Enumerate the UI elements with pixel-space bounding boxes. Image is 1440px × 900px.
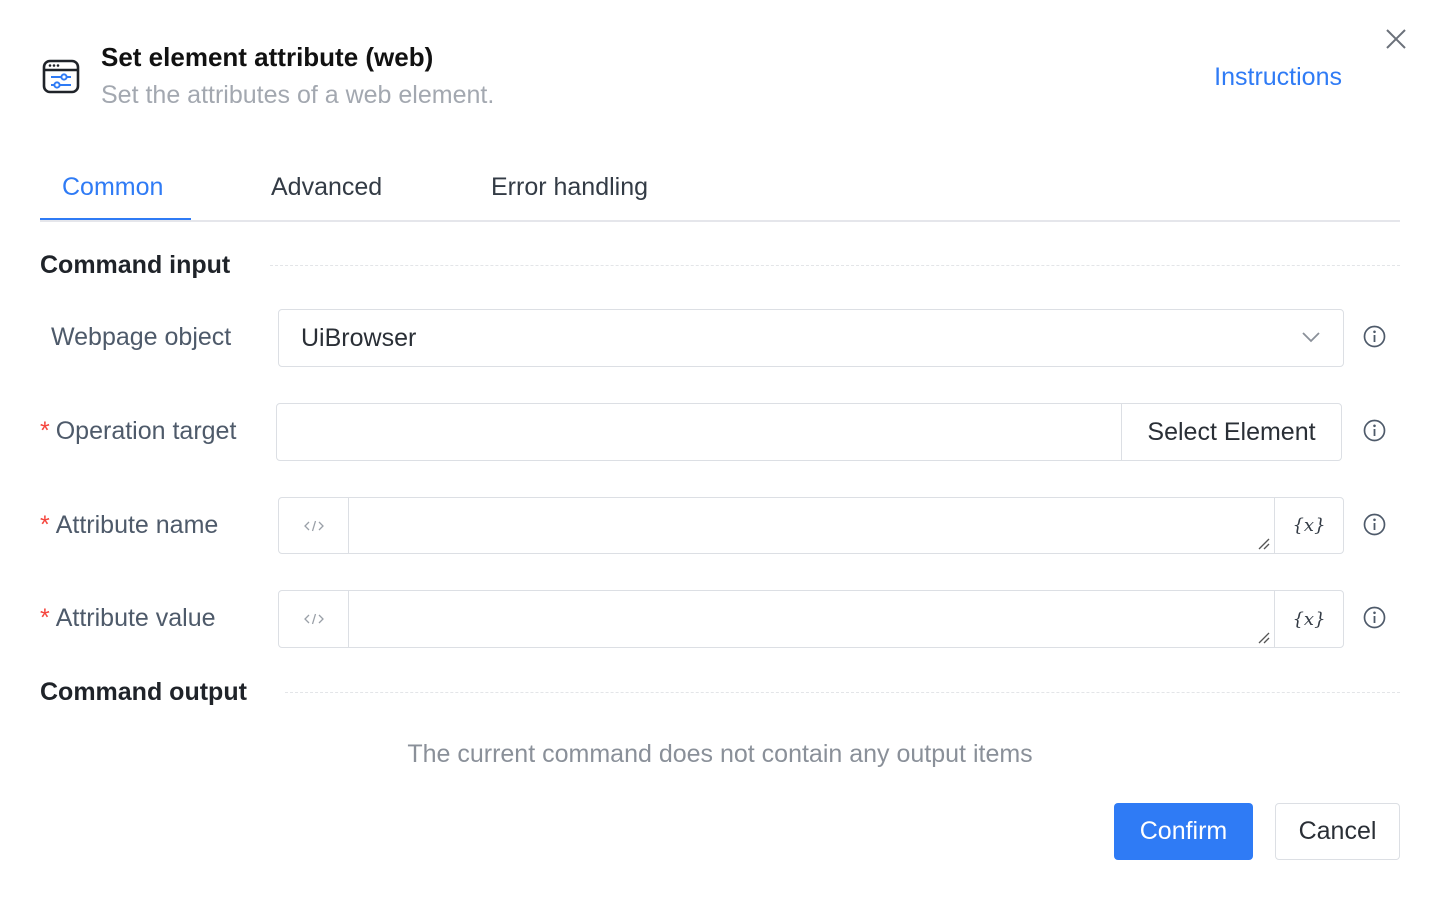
required-mark: * xyxy=(40,511,50,539)
resize-handle-icon[interactable] xyxy=(1257,537,1271,551)
active-tab-indicator xyxy=(40,218,191,220)
attribute-name-label: * Attribute name xyxy=(40,511,219,539)
resize-handle-icon[interactable] xyxy=(1257,631,1271,645)
confirm-button[interactable]: Confirm xyxy=(1114,803,1253,860)
operation-target-label: * Operation target xyxy=(40,417,237,445)
output-empty-message: The current command does not contain any… xyxy=(407,740,1033,768)
section-command-input: Command input xyxy=(40,251,231,279)
insert-variable-button[interactable]: {x} xyxy=(1274,591,1343,647)
required-mark: * xyxy=(40,604,50,632)
info-icon[interactable] xyxy=(1363,513,1386,536)
cancel-button[interactable]: Cancel xyxy=(1275,803,1400,860)
code-icon xyxy=(303,613,324,625)
operation-target-field[interactable]: Select Element xyxy=(276,403,1342,461)
required-mark: * xyxy=(40,417,50,445)
webpage-object-select[interactable]: UiBrowser xyxy=(278,309,1344,367)
webpage-object-label: Webpage object xyxy=(51,323,232,351)
info-icon[interactable] xyxy=(1363,419,1386,442)
tab-bar: Common Advanced Error handling xyxy=(40,160,1400,222)
code-mode-toggle[interactable] xyxy=(279,591,349,647)
info-icon[interactable] xyxy=(1363,325,1386,348)
code-mode-toggle[interactable] xyxy=(279,498,349,553)
insert-variable-button[interactable]: {x} xyxy=(1274,498,1343,553)
dialog-title: Set element attribute (web) xyxy=(101,42,434,72)
set-element-attribute-dialog: Set element attribute (web) Set the attr… xyxy=(0,0,1440,900)
webpage-object-value: UiBrowser xyxy=(301,324,417,352)
section-divider xyxy=(270,265,1400,266)
dialog-subtitle: Set the attributes of a web element. xyxy=(101,81,495,109)
section-command-output: Command output xyxy=(40,678,247,706)
attribute-value-input[interactable] xyxy=(349,591,1274,647)
attribute-value-label: * Attribute value xyxy=(40,604,216,632)
browser-settings-icon xyxy=(42,59,80,94)
attribute-name-field: {x} xyxy=(278,497,1344,554)
attribute-value-field: {x} xyxy=(278,590,1344,648)
chevron-down-icon xyxy=(1302,332,1320,343)
tab-error-handling[interactable]: Error handling xyxy=(491,170,648,204)
info-icon[interactable] xyxy=(1363,606,1386,629)
tab-common[interactable]: Common xyxy=(62,170,163,204)
instructions-link[interactable]: Instructions xyxy=(1214,62,1342,92)
close-icon[interactable] xyxy=(1384,27,1408,51)
select-element-button[interactable]: Select Element xyxy=(1121,404,1341,460)
attribute-name-input[interactable] xyxy=(349,498,1274,553)
section-divider xyxy=(285,692,1400,693)
code-icon xyxy=(303,520,324,531)
tab-advanced[interactable]: Advanced xyxy=(271,170,382,204)
